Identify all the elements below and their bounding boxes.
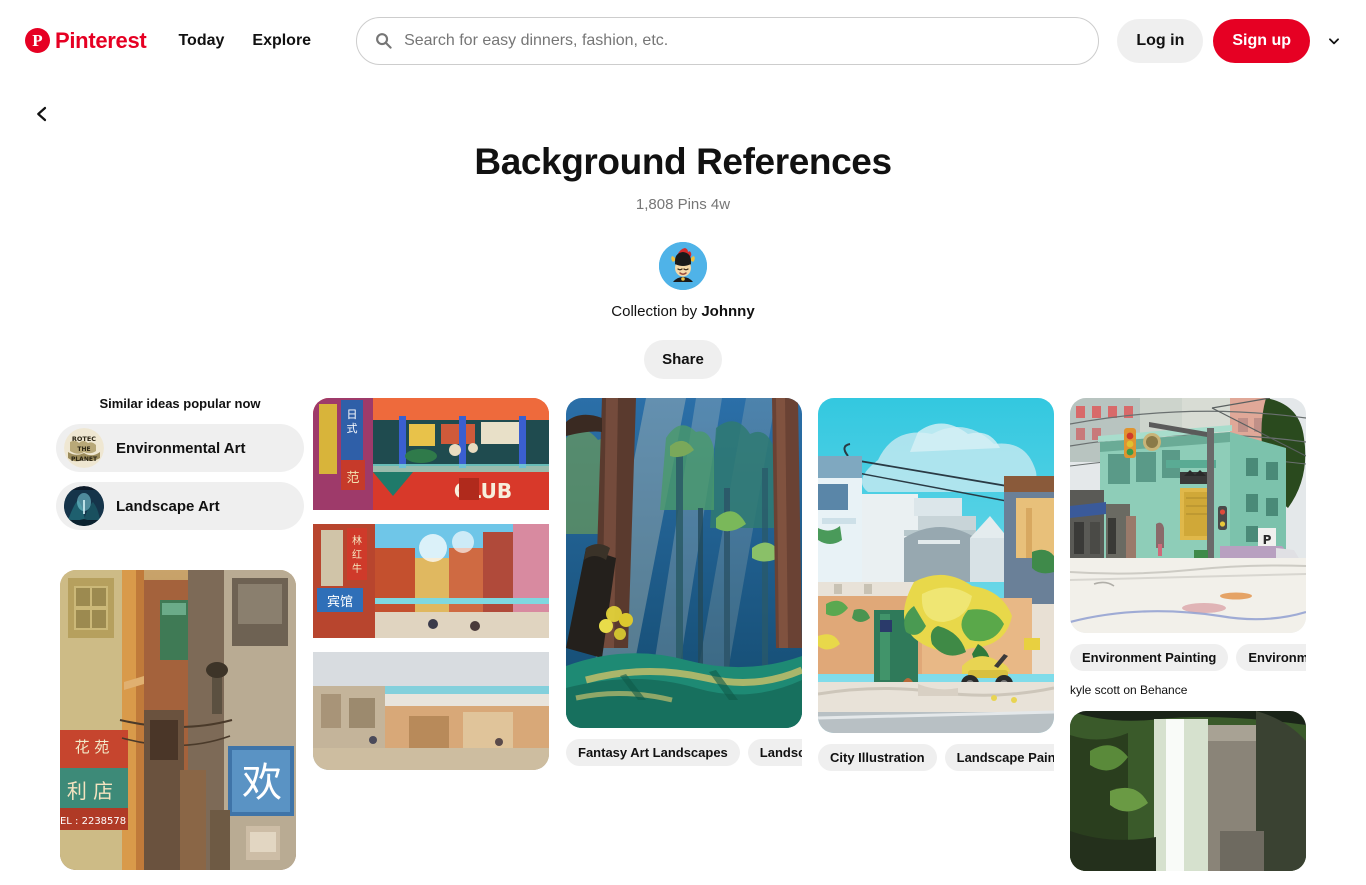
green-corner-building-pin[interactable]: P Environment Painting Environm kyle sco… bbox=[1070, 398, 1306, 697]
board-owner-name[interactable]: Johnny bbox=[701, 303, 754, 320]
svg-text:利 店: 利 店 bbox=[67, 779, 113, 803]
svg-text:宾馆: 宾馆 bbox=[327, 594, 353, 610]
pin-tag[interactable]: Landscape Paintings bbox=[944, 743, 1054, 771]
pin-grid: 花 苑 利 店 TEL : 2238578 欢 日 式 范 CLUB 林 红 牛… bbox=[0, 398, 1366, 871]
pin-image[interactable]: 日 式 范 CLUB 林 红 牛 宾馆 bbox=[313, 398, 549, 770]
pin-tag[interactable]: Fantasy Art Landscapes bbox=[566, 738, 740, 766]
svg-text:范: 范 bbox=[346, 471, 359, 486]
svg-text:红: 红 bbox=[352, 548, 362, 561]
pin-image[interactable]: P bbox=[1070, 398, 1306, 633]
top-header: P Pinterest Today Explore Log in Sign up bbox=[0, 0, 1366, 81]
svg-text:式: 式 bbox=[347, 422, 358, 435]
pin-tag-row: Fantasy Art Landscapes Landscape D bbox=[566, 737, 802, 767]
board-meta: 1,808 Pins 4w bbox=[635, 196, 731, 214]
collection-attribution: Collection by Johnny bbox=[611, 303, 754, 320]
fantasy-forest-pin[interactable]: Fantasy Art Landscapes Landscape D bbox=[566, 398, 802, 767]
pin-image[interactable]: 花 苑 利 店 TEL : 2238578 欢 bbox=[60, 570, 296, 870]
svg-text:林: 林 bbox=[352, 534, 362, 547]
svg-text:日: 日 bbox=[347, 408, 358, 421]
chevron-down-icon bbox=[1327, 34, 1341, 48]
search-bar[interactable] bbox=[356, 16, 1100, 65]
pinterest-logo-icon: P bbox=[25, 28, 50, 53]
pin-source-label[interactable]: kyle scott on Behance bbox=[1070, 683, 1306, 697]
pin-tag[interactable]: Environment C bbox=[1236, 643, 1306, 671]
page-title: Background References bbox=[474, 141, 892, 182]
nav-today[interactable]: Today bbox=[164, 22, 238, 60]
svg-text:欢: 欢 bbox=[242, 760, 282, 806]
svg-text:牛: 牛 bbox=[352, 562, 362, 575]
pin-column-1: 花 苑 利 店 TEL : 2238578 欢 bbox=[60, 570, 296, 884]
board-header: Background References 1,808 Pins 4w Coll… bbox=[0, 140, 1366, 380]
svg-text:P: P bbox=[1263, 533, 1272, 547]
pin-tag[interactable]: City Illustration bbox=[818, 743, 937, 771]
nav-explore[interactable]: Explore bbox=[238, 22, 325, 60]
pin-column-4: City Illustration Landscape Paintings bbox=[818, 398, 1054, 786]
pin-column-3: Fantasy Art Landscapes Landscape D bbox=[566, 398, 802, 781]
search-icon bbox=[375, 32, 392, 49]
pin-tag[interactable]: Environment Painting bbox=[1070, 643, 1229, 671]
pin-image[interactable] bbox=[566, 398, 802, 728]
sunny-alley-scooter-pin[interactable]: City Illustration Landscape Paintings bbox=[818, 398, 1054, 772]
account-menu-button[interactable] bbox=[1320, 27, 1348, 55]
pin-tag-row: Environment Painting Environment C bbox=[1070, 642, 1306, 672]
pinterest-logo-text: Pinterest bbox=[55, 27, 147, 53]
chevron-left-icon bbox=[33, 105, 51, 123]
collection-by-label: Collection by bbox=[611, 303, 702, 321]
pin-image[interactable] bbox=[818, 398, 1054, 733]
login-button[interactable]: Log in bbox=[1117, 18, 1204, 63]
svg-text:TEL : 2238578: TEL : 2238578 bbox=[60, 816, 126, 827]
chinese-city-collage-pin[interactable]: 日 式 范 CLUB 林 红 牛 宾馆 bbox=[313, 398, 549, 770]
waterfall-ruins-pin[interactable] bbox=[1070, 711, 1306, 871]
pin-column-5: P Environment Painting Environm kyle sco… bbox=[1070, 398, 1306, 885]
svg-text:花 苑: 花 苑 bbox=[75, 738, 110, 756]
chinese-street-alley-pin[interactable]: 花 苑 利 店 TEL : 2238578 欢 bbox=[60, 570, 296, 870]
pin-column-2: 日 式 范 CLUB 林 红 牛 宾馆 bbox=[313, 398, 549, 784]
share-button[interactable]: Share bbox=[644, 340, 722, 380]
pin-tag[interactable]: Landscape D bbox=[747, 738, 802, 766]
pinterest-logo[interactable]: P Pinterest bbox=[25, 27, 147, 54]
search-input[interactable] bbox=[404, 31, 1081, 50]
johnny-avatar[interactable] bbox=[659, 242, 707, 291]
signup-button[interactable]: Sign up bbox=[1213, 18, 1310, 63]
back-button[interactable] bbox=[24, 96, 60, 132]
pin-image[interactable] bbox=[1070, 711, 1306, 871]
